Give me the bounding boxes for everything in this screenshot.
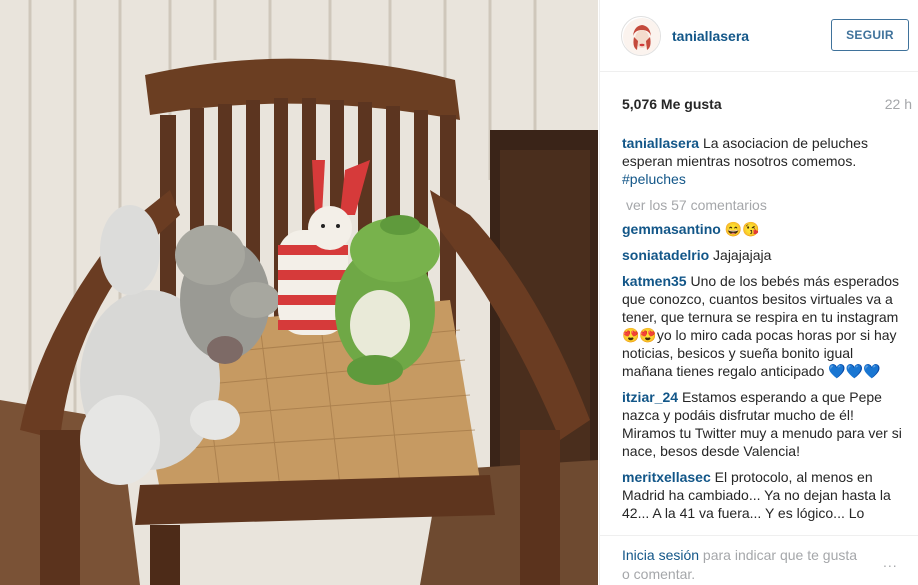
comment-username[interactable]: meritxellasec [622,469,711,485]
caption: taniallasera La asociacion de peluches e… [622,134,902,188]
post-photo[interactable] [0,0,598,585]
comment-username[interactable]: soniatadelrio [622,247,709,263]
caption-hashtag[interactable]: #peluches [622,171,686,187]
comment-username[interactable]: katmen35 [622,273,687,289]
comment-text: Jajajajaja [713,247,772,263]
comments-list: taniallasera La asociacion de peluches e… [622,134,902,530]
post-header: taniallasera SEGUIR [600,0,918,72]
post-footer: Inicia sesión para indicar que te gusta … [600,535,918,585]
comment-item: meritxellasec El protocolo, al menos en … [622,468,902,522]
profile-avatar[interactable] [621,16,661,56]
comment-item: itziar_24 Estamos esperando a que Pepe n… [622,388,902,460]
comment-item: katmen35 Uno de los bebés más esperados … [622,272,902,380]
post-username[interactable]: taniallasera [672,28,749,44]
likes-row: 5,076 Me gusta 22 h [622,96,912,114]
comment-username[interactable]: itziar_24 [622,389,678,405]
login-prompt: Inicia sesión para indicar que te gusta … [622,546,862,584]
comment-text: 😄😘 [724,221,760,237]
likes-count[interactable]: 5,076 Me gusta [622,96,722,112]
comment-item: soniatadelrio Jajajajaja [622,246,902,264]
caption-username[interactable]: taniallasera [622,135,699,151]
comment-item: gemmasantino 😄😘 [622,220,902,238]
comments-scroll[interactable]: taniallasera La asociacion de peluches e… [600,118,918,535]
login-link[interactable]: Inicia sesión [622,547,699,563]
post-sidebar: taniallasera SEGUIR 5,076 Me gusta 22 h … [599,0,918,585]
view-all-comments[interactable]: ver los 57 comentarios [626,196,902,214]
comment-username[interactable]: gemmasantino [622,221,721,237]
post-time[interactable]: 22 h [885,96,912,112]
follow-button[interactable]: SEGUIR [831,19,909,51]
more-options-icon[interactable]: ... [883,554,898,570]
